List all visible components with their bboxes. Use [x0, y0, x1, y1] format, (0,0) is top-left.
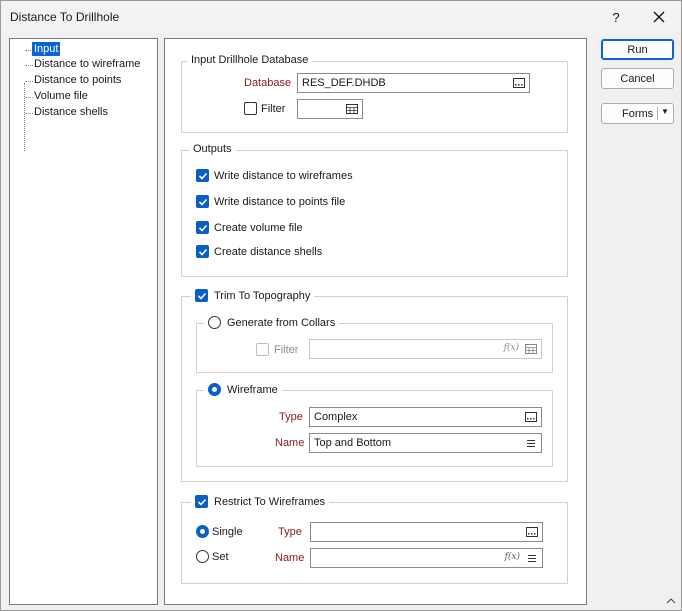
- wireframe-label: Wireframe: [227, 383, 278, 396]
- create-volume-file-checkbox[interactable]: [196, 221, 209, 234]
- tree-connector: [25, 113, 33, 114]
- tree-connector: [24, 83, 25, 151]
- group-title: Input Drillhole Database: [187, 54, 313, 66]
- list-icon[interactable]: [525, 551, 539, 565]
- check-icon: [198, 248, 207, 256]
- tree-item-distance-to-points[interactable]: Distance to points: [34, 73, 121, 87]
- database-value: RES_DEF.DHDB: [302, 77, 386, 89]
- trim-to-topography-checkbox[interactable]: [195, 289, 208, 302]
- group-title: Trim To Topography: [191, 289, 315, 302]
- close-button[interactable]: [641, 3, 677, 31]
- tree-item-volume-file[interactable]: Volume file: [34, 89, 88, 103]
- dialog-window: Distance To Drillhole ? Input Distance t…: [0, 0, 682, 611]
- close-icon: [653, 11, 665, 23]
- write-distance-wireframes-checkbox[interactable]: [196, 169, 209, 182]
- group-title: Outputs: [189, 143, 236, 155]
- cancel-button-label: Cancel: [620, 72, 655, 85]
- check-icon: [198, 224, 207, 232]
- wireframe-name-value: Top and Bottom: [314, 437, 392, 449]
- generate-from-collars-group: Generate from Collars Filter f(x): [196, 316, 553, 373]
- trim-to-topography-group: Trim To Topography Generate from Collars…: [181, 289, 568, 482]
- group-title: Generate from Collars: [204, 316, 340, 329]
- tree-item-input[interactable]: Input: [32, 42, 61, 56]
- help-icon: ?: [612, 9, 620, 25]
- filter-field[interactable]: [297, 99, 363, 119]
- restrict-type-field[interactable]: [310, 522, 543, 542]
- restrict-name-field[interactable]: f(x): [310, 548, 543, 568]
- browse-icon[interactable]: [524, 410, 538, 424]
- set-radio[interactable]: [196, 550, 209, 563]
- wireframe-type-field[interactable]: Complex: [309, 407, 542, 427]
- wireframe-name-label: Name: [275, 437, 305, 449]
- restrict-name-label: Name: [275, 552, 305, 564]
- write-distance-points-label: Write distance to points file: [214, 196, 346, 208]
- group-title: Wireframe: [204, 383, 282, 396]
- outputs-group: Outputs Write distance to wireframes Wri…: [181, 143, 568, 277]
- trim-to-topography-label: Trim To Topography: [214, 289, 311, 302]
- collars-filter-field[interactable]: f(x): [309, 339, 542, 359]
- collars-filter-label: Filter: [274, 344, 299, 356]
- restrict-to-wireframes-label: Restrict To Wireframes: [214, 495, 326, 508]
- database-field[interactable]: RES_DEF.DHDB: [297, 73, 530, 93]
- collapse-icon[interactable]: [666, 598, 676, 604]
- create-distance-shells-checkbox[interactable]: [196, 245, 209, 258]
- wireframe-group: Wireframe Type Complex Name Top and Bott…: [196, 383, 553, 467]
- input-drillhole-database-group: Input Drillhole Database Database RES_DE…: [181, 54, 568, 133]
- tree-item-distance-shells[interactable]: Distance shells: [34, 105, 108, 119]
- browse-icon[interactable]: [525, 525, 539, 539]
- check-icon: [197, 292, 206, 300]
- run-button[interactable]: Run: [601, 39, 674, 60]
- cancel-button[interactable]: Cancel: [601, 68, 674, 89]
- forms-button[interactable]: Forms ▼: [601, 103, 674, 124]
- wireframe-type-label: Type: [279, 411, 303, 423]
- title-bar: Distance To Drillhole ?: [1, 1, 681, 33]
- filter-label: Filter: [261, 103, 286, 115]
- check-icon: [198, 172, 207, 180]
- tree-item-distance-to-wireframe[interactable]: Distance to wireframe: [34, 57, 140, 71]
- help-button[interactable]: ?: [598, 3, 634, 31]
- wireframe-radio[interactable]: [208, 383, 221, 396]
- restrict-to-wireframes-group: Restrict To Wireframes Single Type Set N…: [181, 495, 568, 584]
- database-label: Database: [244, 77, 292, 89]
- check-icon: [198, 198, 207, 206]
- create-volume-file-label: Create volume file: [214, 222, 303, 234]
- check-icon: [197, 498, 206, 506]
- single-label: Single: [212, 526, 243, 538]
- single-radio[interactable]: [196, 525, 209, 538]
- write-distance-points-checkbox[interactable]: [196, 195, 209, 208]
- collars-filter-checkbox[interactable]: [256, 343, 269, 356]
- filter-checkbox[interactable]: [244, 102, 257, 115]
- tree-connector: [25, 97, 33, 98]
- forms-button-label: Forms: [622, 107, 654, 120]
- window-title: Distance To Drillhole: [10, 10, 120, 24]
- group-title: Restrict To Wireframes: [191, 495, 330, 508]
- restrict-type-label: Type: [278, 526, 302, 538]
- wireframe-name-field[interactable]: Top and Bottom: [309, 433, 542, 453]
- generate-from-collars-radio[interactable]: [208, 316, 221, 329]
- tree-connector: [25, 81, 33, 82]
- table-icon[interactable]: [345, 102, 359, 116]
- chevron-down-icon[interactable]: ▼: [661, 107, 669, 116]
- forms-divider: [657, 107, 658, 120]
- browse-icon[interactable]: [512, 76, 526, 90]
- restrict-to-wireframes-checkbox[interactable]: [195, 495, 208, 508]
- table-icon[interactable]: [524, 342, 538, 356]
- set-label: Set: [212, 551, 229, 563]
- list-icon[interactable]: [524, 436, 538, 450]
- input-panel: Input Drillhole Database Database RES_DE…: [164, 38, 587, 605]
- navigation-tree: Input Distance to wireframe Distance to …: [9, 38, 158, 605]
- generate-from-collars-label: Generate from Collars: [227, 316, 336, 329]
- tree-connector: [25, 65, 33, 66]
- function-icon[interactable]: f(x): [505, 552, 520, 562]
- wireframe-type-value: Complex: [314, 411, 358, 423]
- create-distance-shells-label: Create distance shells: [214, 246, 323, 258]
- write-distance-wireframes-label: Write distance to wireframes: [214, 170, 353, 182]
- function-icon[interactable]: f(x): [504, 343, 519, 353]
- run-button-label: Run: [627, 43, 648, 56]
